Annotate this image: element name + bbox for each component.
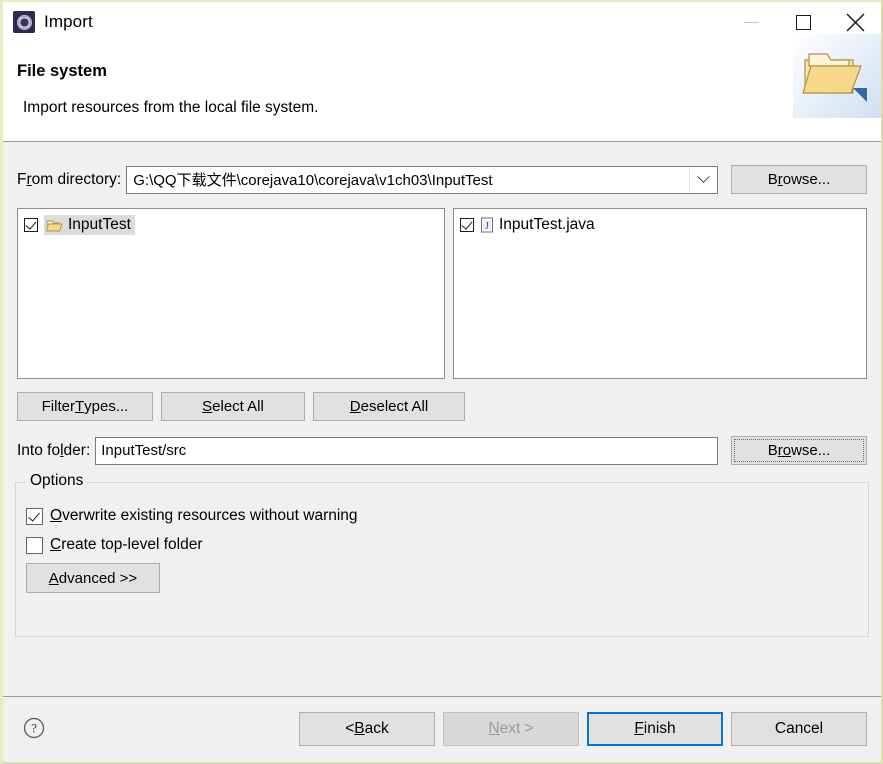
page-description: Import resources from the local file sys… <box>23 99 319 116</box>
finish-button[interactable]: Finish <box>587 712 723 746</box>
open-folder-icon <box>793 34 881 118</box>
create-top-level-folder-checkbox[interactable] <box>26 536 43 554</box>
filter-types-button[interactable]: Filter Types... <box>17 392 153 421</box>
tree-item-folder[interactable]: InputTest <box>18 214 444 236</box>
file-list-panel[interactable]: J InputTest.java <box>453 208 867 379</box>
dialog-body: From directory: G:\QQ下载文件\corejava10\cor… <box>3 142 881 696</box>
advanced-button[interactable]: Advanced >> <box>26 563 160 593</box>
from-directory-combo[interactable]: G:\QQ下载文件\corejava10\corejava\v1ch03\Inp… <box>126 165 718 194</box>
resource-trees: InputTest J InputTest.java <box>17 208 867 379</box>
overwrite-existing-checkbox-row[interactable]: Overwrite existing resources without war… <box>26 507 358 525</box>
window-title: Import <box>44 12 93 31</box>
tree-item-label: InputTest <box>68 216 131 233</box>
title-bar: Import <box>3 2 881 42</box>
help-question-icon[interactable]: ? <box>23 717 45 744</box>
java-file-icon: J <box>481 217 493 233</box>
options-group: Options Overwrite existing resources wit… <box>15 472 869 637</box>
from-directory-row: From directory: G:\QQ下载文件\corejava10\cor… <box>3 165 881 194</box>
create-top-level-folder-checkbox-row[interactable]: Create top-level folder <box>26 536 203 554</box>
file-item[interactable]: J InputTest.java <box>480 216 595 234</box>
from-directory-value[interactable]: G:\QQ下载文件\corejava10\corejava\v1ch03\Inp… <box>127 169 689 190</box>
folder-item-selected[interactable]: InputTest <box>44 215 135 235</box>
select-all-button[interactable]: Select All <box>161 392 305 421</box>
browse-into-folder-button[interactable]: Bro wse... <box>731 436 867 465</box>
overwrite-existing-label: Overwrite existing resources without war… <box>50 507 358 524</box>
chevron-down-icon[interactable] <box>689 166 717 193</box>
import-dialog-window: Import File system Import resources from… <box>0 0 883 764</box>
eclipse-import-icon <box>13 11 35 33</box>
into-folder-input[interactable]: InputTest/src <box>95 436 718 465</box>
from-directory-label: From directory: <box>17 170 122 188</box>
wizard-header: File system Import resources from the lo… <box>3 34 881 142</box>
folder-open-icon <box>46 220 63 231</box>
options-group-title: Options <box>26 472 88 490</box>
dialog-button-bar: ? < Back Next > Finish Cancel <box>3 696 881 762</box>
overwrite-existing-checkbox[interactable] <box>26 507 43 525</box>
browse-directory-button[interactable]: Br owse... <box>731 165 867 194</box>
next-button: Next > <box>443 712 579 746</box>
deselect-all-button[interactable]: Deselect All <box>313 392 465 421</box>
page-title: File system <box>17 62 107 80</box>
tree-item-file[interactable]: J InputTest.java <box>454 214 866 236</box>
into-folder-row: Into folder: InputTest/src Bro wse... <box>3 436 881 465</box>
tree-item-label: InputTest.java <box>499 216 595 233</box>
into-folder-label: Into folder: <box>17 441 91 459</box>
selection-buttons-row: Filter Types... Select All Deselect All <box>17 392 465 421</box>
folder-checkbox[interactable] <box>24 218 38 232</box>
file-checkbox[interactable] <box>460 218 474 232</box>
svg-text:?: ? <box>31 722 37 736</box>
cancel-button[interactable]: Cancel <box>731 712 867 746</box>
into-folder-value: InputTest/src <box>101 442 187 459</box>
folder-tree-panel[interactable]: InputTest <box>17 208 445 379</box>
wizard-buttons: < Back Next > Finish Cancel <box>299 712 867 746</box>
svg-text:J: J <box>485 221 489 231</box>
minimize-icon[interactable] <box>725 2 777 42</box>
create-top-level-folder-label: Create top-level folder <box>50 536 203 553</box>
tree-gap <box>445 208 453 379</box>
back-button[interactable]: < Back <box>299 712 435 746</box>
